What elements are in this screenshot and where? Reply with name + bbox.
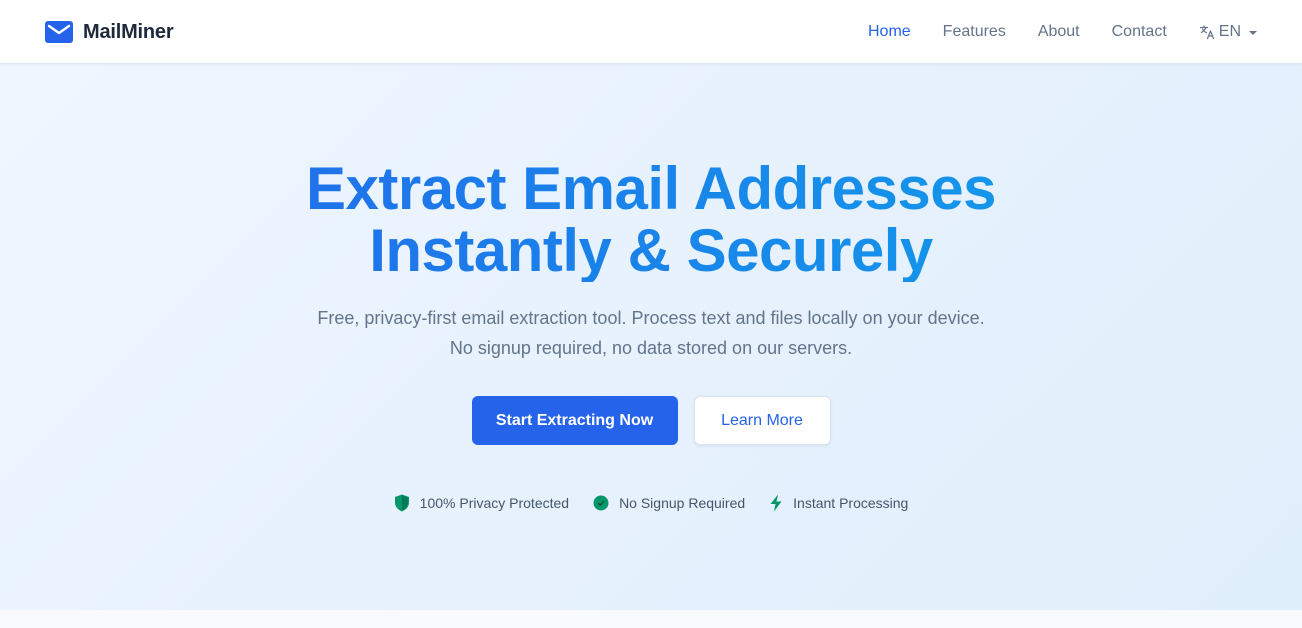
language-selector[interactable]: EN xyxy=(1199,23,1257,41)
badge-privacy-label: 100% Privacy Protected xyxy=(419,495,570,511)
check-circle-icon xyxy=(593,495,609,511)
bolt-icon xyxy=(770,494,782,512)
hero-title-line-1: Extract Email Addresses xyxy=(0,158,1302,220)
nav-menu: Home Features About Contact EN xyxy=(836,0,1257,64)
nav-link-about[interactable]: About xyxy=(1038,23,1080,41)
nav-link-contact[interactable]: Contact xyxy=(1112,23,1167,41)
badge-privacy: 100% Privacy Protected xyxy=(394,494,569,512)
translate-icon xyxy=(1199,25,1214,40)
hero-subtitle: Free, privacy-first email extraction too… xyxy=(317,308,985,358)
brand-logo[interactable]: MailMiner xyxy=(45,19,174,45)
next-section-edge xyxy=(0,610,1302,628)
mail-icon xyxy=(45,21,73,43)
shield-icon xyxy=(394,494,409,512)
feature-badges: 100% Privacy Protected No Signup Require… xyxy=(0,494,1302,512)
language-label: EN xyxy=(1218,23,1241,40)
nav-link-features[interactable]: Features xyxy=(943,23,1006,41)
badge-no-signup: No Signup Required xyxy=(593,495,745,511)
badge-instant-label: Instant Processing xyxy=(793,495,909,511)
chevron-down-icon xyxy=(1249,31,1257,35)
learn-more-button[interactable]: Learn More xyxy=(693,396,831,445)
brand-name: MailMiner xyxy=(83,20,174,43)
hero-title: Extract Email Addresses Instantly & Secu… xyxy=(0,158,1302,282)
hero-section: Extract Email Addresses Instantly & Secu… xyxy=(0,64,1302,610)
hero-title-line-2: Instantly & Securely xyxy=(0,220,1302,282)
navbar: MailMiner Home Features About Contact EN xyxy=(0,0,1302,64)
badge-instant: Instant Processing xyxy=(769,494,908,512)
start-extracting-button[interactable]: Start Extracting Now xyxy=(471,396,678,445)
nav-link-home[interactable]: Home xyxy=(868,23,911,41)
hero-actions: Start Extracting Now Learn More xyxy=(0,396,1302,445)
badge-no-signup-label: No Signup Required xyxy=(619,495,746,511)
